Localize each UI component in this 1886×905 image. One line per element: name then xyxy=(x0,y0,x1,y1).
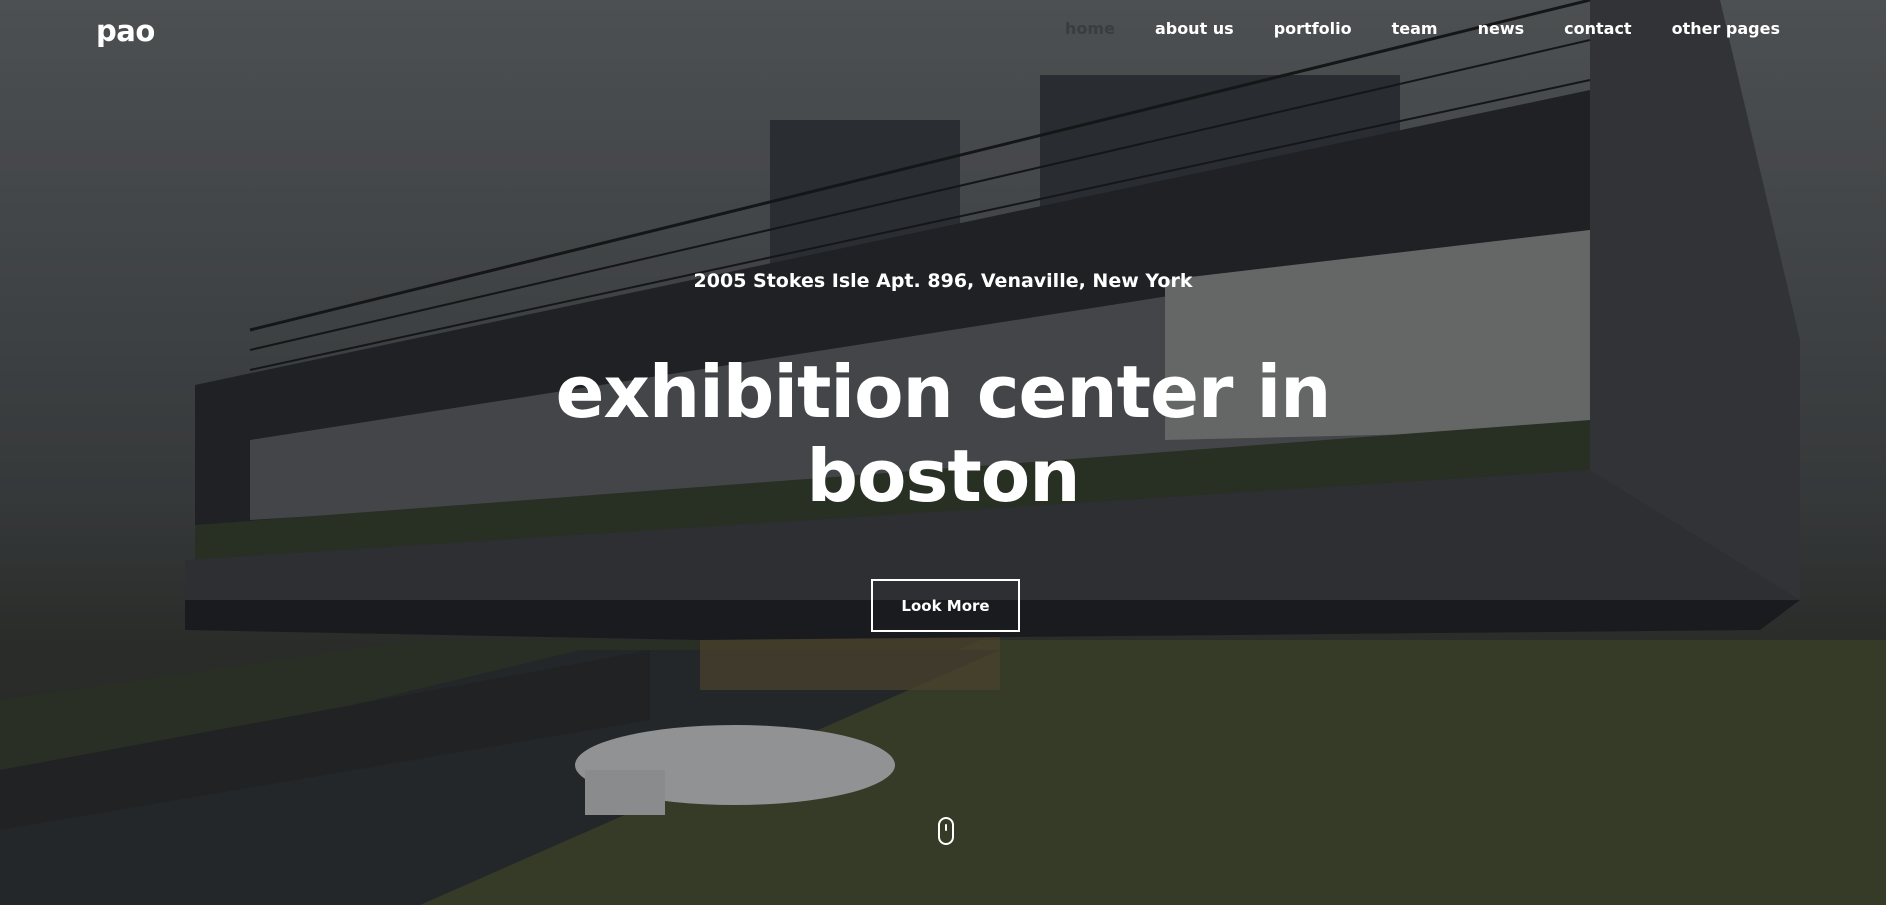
nav-item-portfolio[interactable]: portfolio xyxy=(1274,19,1352,38)
nav-item-home[interactable]: home xyxy=(1065,19,1115,38)
hero-headline-line-2: boston xyxy=(806,434,1081,518)
mouse-scroll-icon[interactable] xyxy=(938,817,954,845)
nav-item-news[interactable]: news xyxy=(1478,19,1525,38)
hero-section: pao home about us portfolio team news co… xyxy=(0,0,1886,905)
hero-headline: exhibition center in boston xyxy=(443,350,1443,518)
hero-address: 2005 Stokes Isle Apt. 896, Venaville, Ne… xyxy=(693,270,1193,292)
main-nav: home about us portfolio team news contac… xyxy=(1025,19,1780,38)
look-more-button[interactable]: Look More xyxy=(871,579,1020,632)
hero-headline-line-1: exhibition center in xyxy=(555,350,1332,434)
site-logo[interactable]: pao xyxy=(96,14,155,48)
nav-item-contact[interactable]: contact xyxy=(1564,19,1631,38)
nav-item-team[interactable]: team xyxy=(1392,19,1438,38)
nav-item-about-us[interactable]: about us xyxy=(1155,19,1234,38)
nav-item-other-pages[interactable]: other pages xyxy=(1672,19,1780,38)
